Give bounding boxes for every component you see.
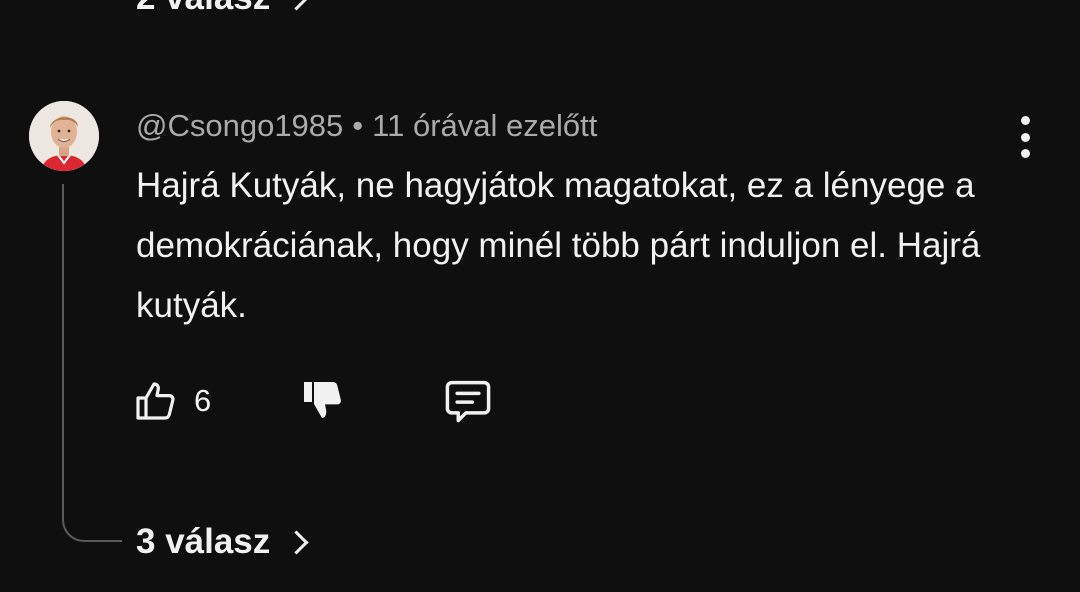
more-options-button[interactable] (1008, 116, 1042, 158)
replies-label: 3 válasz (136, 522, 271, 561)
thumbs-up-icon (136, 382, 175, 420)
author-handle[interactable]: @Csongo1985 (136, 108, 343, 144)
like-count: 6 (194, 383, 212, 418)
dislike-button[interactable] (299, 377, 347, 425)
thread-line (62, 184, 122, 542)
view-replies-button[interactable]: 3 válasz (136, 520, 309, 564)
comment-timestamp: 11 órával ezelőtt (372, 108, 598, 143)
more-vertical-icon (1020, 116, 1030, 125)
comment-actions: 6 (132, 374, 495, 428)
previous-comment-replies-button[interactable]: 2 válasz (136, 0, 309, 18)
like-button[interactable]: 6 (132, 377, 211, 425)
previous-replies-label: 2 válasz (136, 0, 270, 18)
comment-meta: @Csongo1985 • 11 órával ezelőtt (136, 106, 597, 146)
avatar[interactable] (29, 101, 99, 171)
comment-thread: 2 válasz @Csongo1985 • 11 órával ezelőtt (0, 0, 1080, 592)
meta-separator: • (352, 108, 364, 143)
thumbs-down-icon (304, 382, 342, 418)
chevron-right-icon (284, 0, 309, 11)
reply-button[interactable] (441, 375, 495, 427)
comment-icon (445, 380, 491, 423)
avatar-image (29, 101, 99, 171)
comment-text: Hajrá Kutyák, ne hagyjátok magatokat, ez… (136, 166, 981, 325)
chevron-right-icon (284, 529, 309, 555)
